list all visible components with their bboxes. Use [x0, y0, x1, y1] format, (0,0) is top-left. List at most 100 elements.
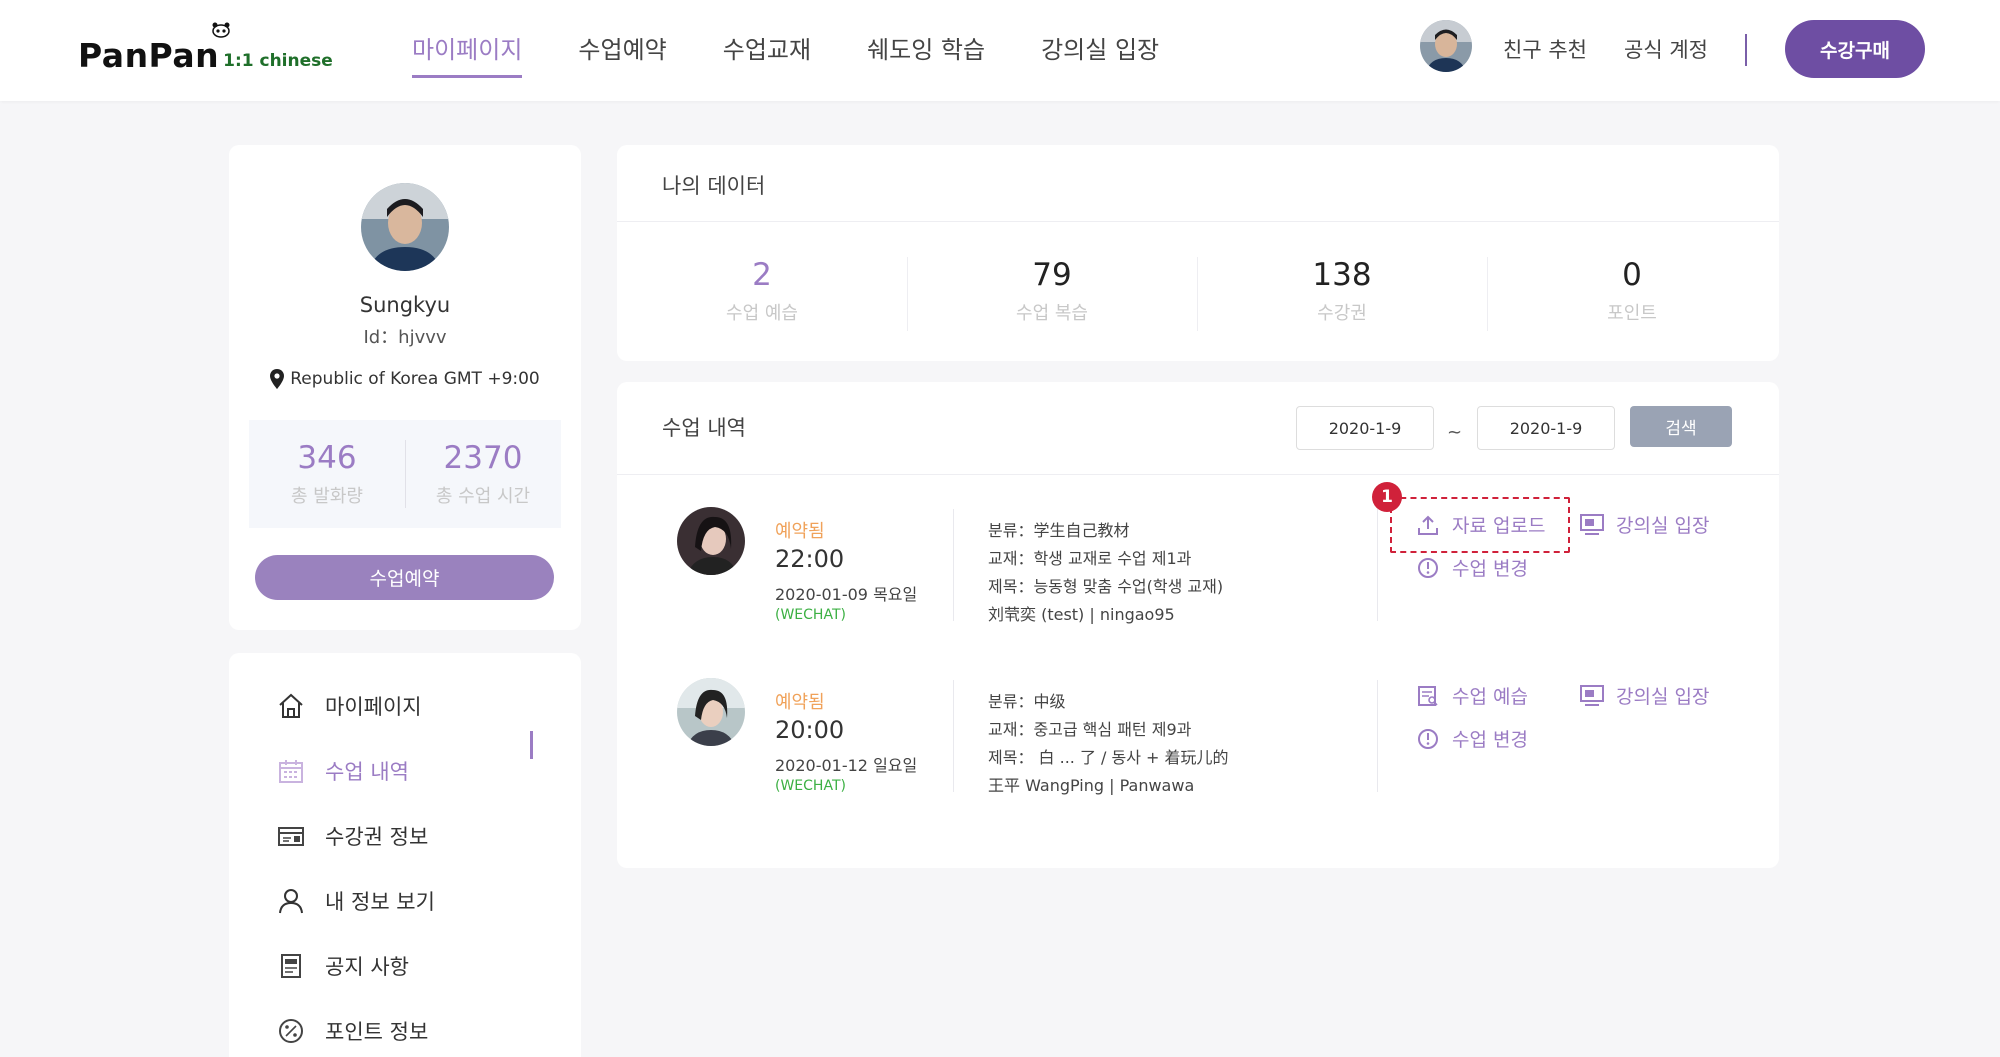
divider [1377, 509, 1378, 621]
divider [617, 221, 1779, 222]
status-badge: 예약됨 [775, 692, 825, 713]
data-preview[interactable]: 2 수업 예습 [617, 257, 907, 325]
nav-classroom[interactable]: 강의실 입장 [1041, 30, 1159, 78]
class-time: 22:00 [775, 545, 845, 573]
menu-item-my-info[interactable]: 내 정보 보기 [275, 881, 435, 921]
search-button[interactable]: 검색 [1630, 406, 1732, 447]
profile-id: Id：hjvvv [363, 327, 447, 348]
data-value: 79 [1032, 257, 1072, 293]
data-value: 0 [1622, 257, 1642, 293]
date-from-input[interactable]: 2020-1-9 [1296, 406, 1434, 450]
logo-tagline: 1:1 chinese [223, 51, 333, 71]
location-text: Republic of Korea GMT +9:00 [290, 369, 540, 389]
notice-icon [275, 950, 307, 982]
ticket-icon [275, 820, 307, 852]
class-row: 예약됨 20:00 2020-01-12 일요일 (WECHAT) 분류：中级 … [617, 668, 1779, 818]
stat-label: 총 발화량 [291, 486, 363, 507]
class-textbook: 교재：학생 교재로 수업 제1과 [988, 549, 1192, 568]
enter-classroom-button[interactable]: 강의실 입장 [1580, 682, 1709, 709]
data-value: 138 [1312, 257, 1372, 293]
change-class-button[interactable]: 수업 변경 [1416, 725, 1528, 752]
my-data-card: 나의 데이터 2 수업 예습 79 수업 복습 138 수강권 0 포인트 [617, 145, 1779, 361]
class-textbook: 교재：중고급 핵심 패턴 제9과 [988, 720, 1192, 739]
divider [617, 474, 1779, 475]
reserve-class-button[interactable]: 수업예약 [255, 555, 554, 600]
nav-textbook[interactable]: 수업교재 [723, 30, 811, 78]
calendar-icon [275, 755, 307, 787]
menu-active-indicator [530, 731, 533, 759]
menu-label: 내 정보 보기 [325, 890, 435, 914]
data-value: 2 [752, 257, 772, 293]
change-icon [1416, 556, 1440, 580]
menu-label: 수강권 정보 [325, 825, 429, 849]
profile-location: Republic of Korea GMT +9:00 [229, 369, 581, 389]
header-divider [1745, 34, 1747, 66]
enter-classroom-button[interactable]: 강의실 입장 [1580, 511, 1709, 538]
menu-item-notice[interactable]: 공지 사항 [275, 946, 409, 986]
history-title: 수업 내역 [662, 416, 746, 440]
class-teacher: 王平 WangPing | Panwawa [988, 776, 1195, 795]
data-label: 포인트 [1607, 303, 1657, 324]
action-label: 수업 변경 [1452, 729, 1528, 751]
step-badge: 1 [1372, 482, 1402, 512]
friend-referral-link[interactable]: 친구 추천 [1503, 34, 1587, 64]
percent-icon [275, 1015, 307, 1047]
logo[interactable]: PanPan 1:1 chinese [78, 22, 333, 75]
menu-item-class-history[interactable]: 수업 내역 [275, 751, 409, 791]
class-date: 2020-01-09 목요일 [775, 585, 918, 604]
action-label: 강의실 입장 [1616, 515, 1710, 537]
data-label: 수강권 [1317, 303, 1367, 324]
nav-mypage[interactable]: 마이페이지 [412, 30, 523, 78]
avatar-image [1420, 20, 1472, 72]
class-channel: (WECHAT) [775, 778, 846, 794]
side-menu: 마이페이지 수업 내역 수강권 정보 내 정보 보기 공지 사항 포인트 정보 [229, 653, 581, 1057]
action-label: 자료 업로드 [1452, 515, 1546, 537]
data-points[interactable]: 0 포인트 [1487, 257, 1777, 325]
main-nav: 마이페이지 수업예약 수업교재 쉐도잉 학습 강의실 입장 [412, 30, 1215, 78]
class-preview-button[interactable]: 수업 예습 [1416, 682, 1528, 709]
upload-material-button[interactable]: 자료 업로드 [1416, 511, 1545, 538]
user-icon [275, 885, 307, 917]
stat-value: 2370 [443, 440, 523, 476]
teacher-avatar [677, 507, 745, 575]
header-avatar[interactable] [1420, 20, 1472, 72]
menu-item-points[interactable]: 포인트 정보 [275, 1011, 428, 1051]
logo-text: PanPan [78, 36, 220, 75]
class-category: 분류：中级 [988, 692, 1066, 711]
profile-card: Sungkyu Id：hjvvv Republic of Korea GMT +… [229, 145, 581, 630]
avatar-image [677, 678, 745, 746]
class-history-card: 수업 내역 2020-1-9 ~ 2020-1-9 검색 예약됨 22:00 2… [617, 382, 1779, 868]
action-label: 강의실 입장 [1616, 686, 1710, 708]
data-review[interactable]: 79 수업 복습 [907, 257, 1197, 325]
menu-label: 포인트 정보 [325, 1020, 429, 1044]
classroom-icon [1580, 513, 1604, 537]
divider [953, 509, 954, 621]
classroom-icon [1580, 684, 1604, 708]
status-badge: 예약됨 [775, 521, 825, 542]
class-teacher: 刘茕奕 (test) | ningao95 [988, 605, 1175, 624]
profile-stats: 346 총 발화량 2370 총 수업 시간 [249, 420, 561, 528]
change-icon [1416, 727, 1440, 751]
menu-item-mypage[interactable]: 마이페이지 [275, 686, 422, 726]
buy-course-button[interactable]: 수강구매 [1785, 20, 1925, 78]
date-to-input[interactable]: 2020-1-9 [1477, 406, 1615, 450]
official-account-link[interactable]: 공식 계정 [1624, 34, 1708, 64]
home-icon [275, 690, 307, 722]
stat-label: 총 수업 시간 [435, 486, 531, 507]
data-tickets[interactable]: 138 수강권 [1197, 257, 1487, 325]
menu-label: 수업 내역 [325, 760, 409, 784]
profile-name: Sungkyu [359, 293, 451, 317]
stat-value: 346 [297, 440, 357, 476]
upload-icon [1416, 513, 1440, 537]
data-label: 수업 예습 [726, 303, 798, 324]
change-class-button[interactable]: 수업 변경 [1416, 554, 1528, 581]
class-channel: (WECHAT) [775, 607, 846, 623]
menu-item-ticket-info[interactable]: 수강권 정보 [275, 816, 428, 856]
avatar-image [361, 183, 449, 271]
menu-label: 마이페이지 [325, 695, 422, 719]
nav-shadowing[interactable]: 쉐도잉 학습 [867, 30, 985, 78]
preview-icon [1416, 684, 1440, 708]
location-pin-icon [270, 369, 285, 389]
nav-class-reservation[interactable]: 수업예약 [578, 30, 666, 78]
stat-class-time: 2370 총 수업 시간 [405, 440, 561, 508]
